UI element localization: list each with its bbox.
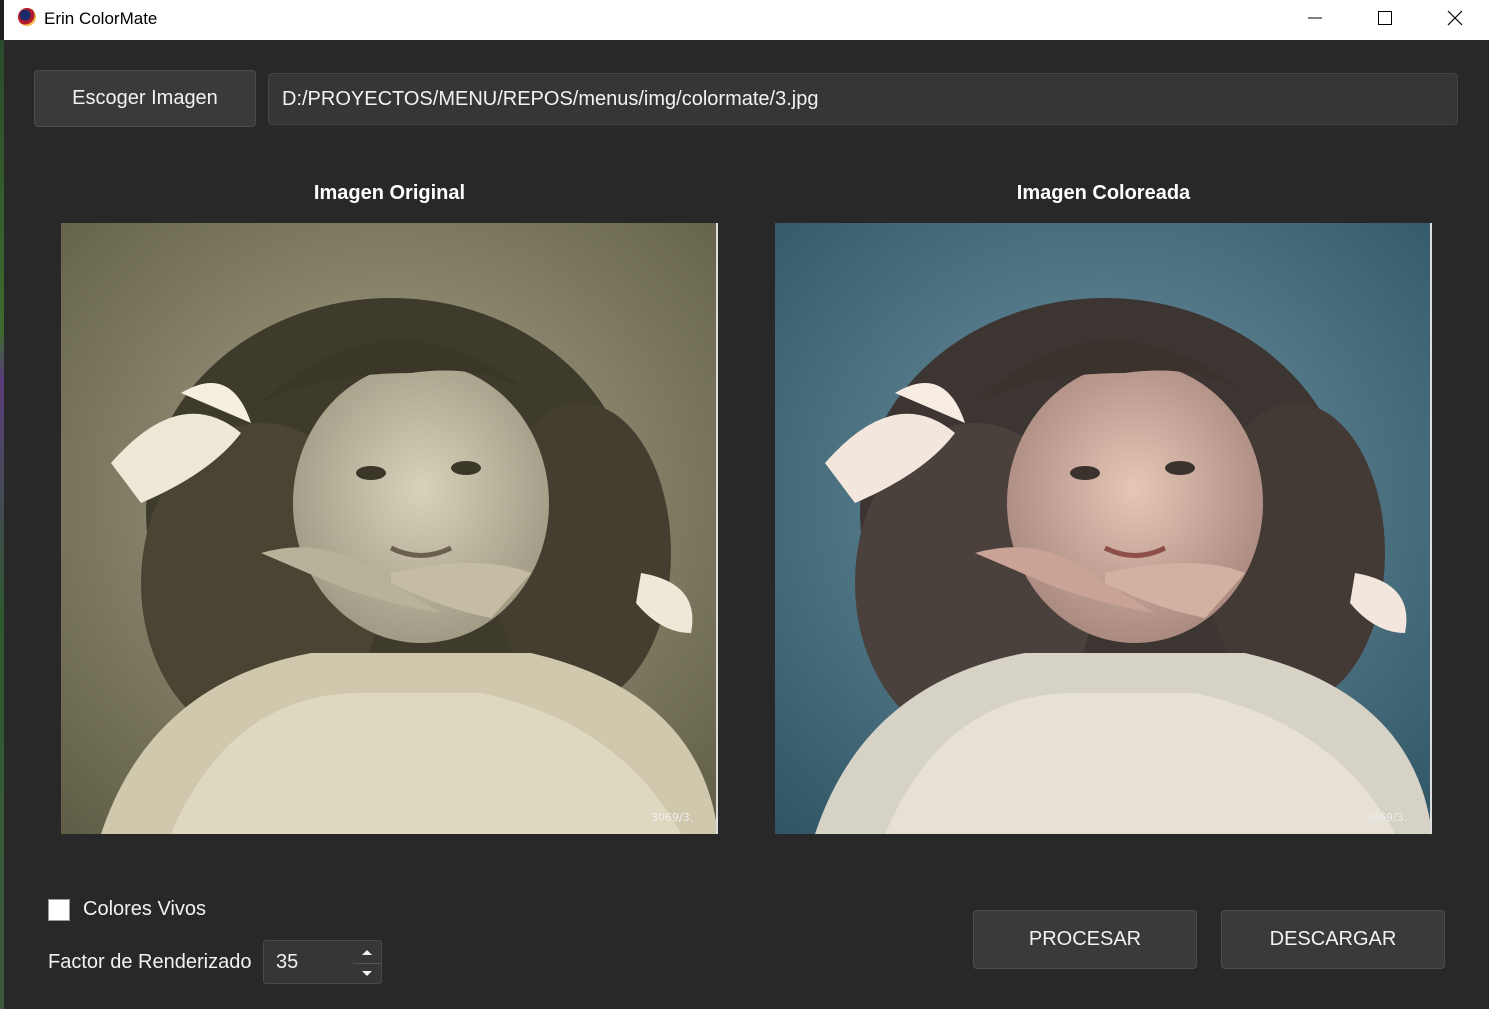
render-factor-label: Factor de Renderizado [48,951,252,973]
maximize-icon [1378,11,1392,25]
minimize-button[interactable] [1280,0,1350,36]
chevron-up-icon [362,950,372,955]
main-window: Escoger Imagen D:/PROYECTOS/MENU/REPOS/m… [4,40,1489,1009]
colormate-app-icon [18,8,36,26]
close-button[interactable] [1420,0,1489,36]
chevron-down-icon [362,971,372,976]
choose-image-button[interactable]: Escoger Imagen [34,70,256,127]
vivid-colors-label: Colores Vivos [83,898,207,920]
process-button[interactable]: PROCESAR [973,910,1197,969]
maximize-button[interactable] [1350,0,1420,36]
window-title: Erin ColorMate [44,9,158,28]
spin-down-button[interactable] [353,963,381,984]
photo-corner-mark: 3069/3. [1365,811,1407,824]
close-icon [1447,10,1463,26]
image-path-field[interactable]: D:/PROYECTOS/MENU/REPOS/menus/img/colorm… [268,73,1458,125]
colored-image: 3069/3. [775,223,1432,834]
render-factor-spinbox[interactable]: 35 [263,940,382,984]
render-factor-value[interactable]: 35 [276,951,298,974]
vivid-colors-option[interactable]: Colores Vivos [48,898,206,921]
photo-corner-mark: 3069/3. [651,811,693,824]
vivid-colors-checkbox[interactable] [48,898,70,921]
download-button[interactable]: DESCARGAR [1221,910,1445,969]
colored-image-title: Imagen Coloreada [1016,182,1191,204]
original-image-title: Imagen Original [313,182,466,204]
original-image: 3069/3. [61,223,718,834]
title-bar: Erin ColorMate [4,0,1489,40]
minimize-icon [1308,17,1322,19]
spin-up-button[interactable] [353,942,381,962]
